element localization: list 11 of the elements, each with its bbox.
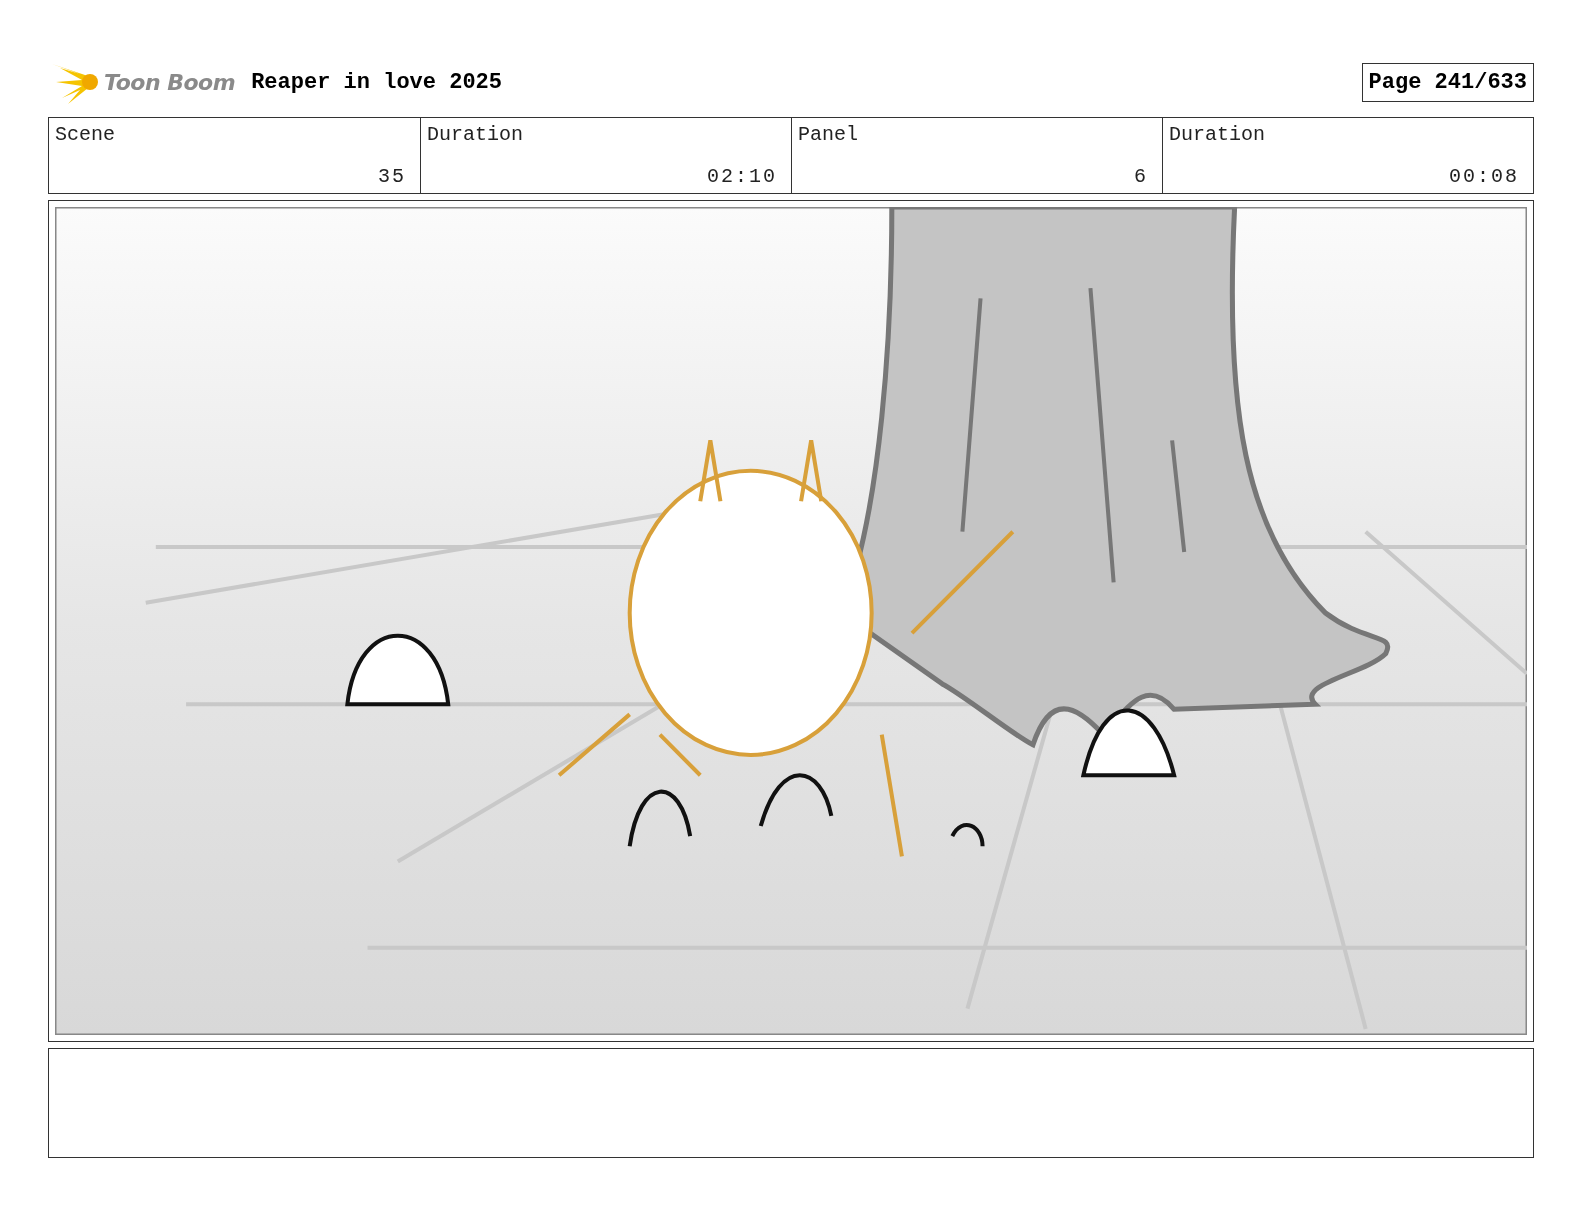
page-number: Page 241/633: [1361, 62, 1534, 102]
logo-text: Toon Boom: [104, 69, 236, 95]
storyboard-title: Reaper in love 2025: [251, 69, 502, 95]
field-value: 02:10: [707, 165, 777, 188]
field-value: 35: [378, 165, 406, 188]
field-label: Panel: [798, 123, 859, 146]
field-label: Duration: [427, 123, 524, 146]
field-value: 00:08: [1449, 165, 1519, 188]
field-value: 6: [1134, 165, 1148, 188]
field-label: Duration: [1169, 123, 1266, 146]
field-label: Scene: [55, 123, 116, 146]
